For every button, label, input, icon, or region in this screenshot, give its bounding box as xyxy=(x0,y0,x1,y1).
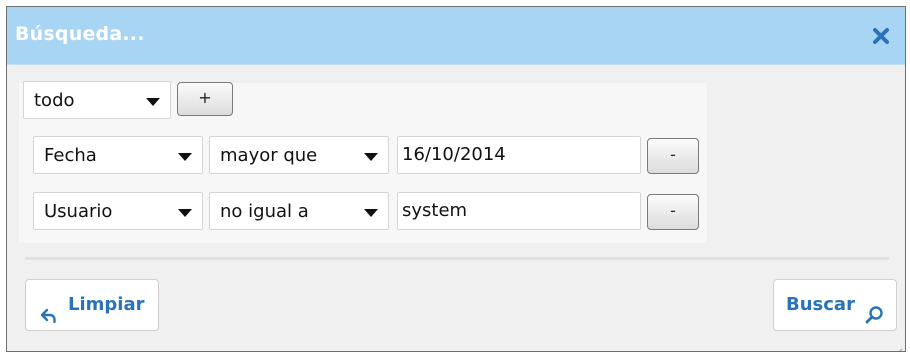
undo-arrow-icon xyxy=(40,295,58,324)
criterion-operator-select[interactable]: no igual a xyxy=(209,192,389,230)
criterion-value-input[interactable]: 16/10/2014 xyxy=(397,136,641,174)
resize-grip-icon[interactable] xyxy=(893,341,903,351)
match-mode-select[interactable]: todo xyxy=(23,81,171,119)
criterion-field-value: Usuario xyxy=(44,201,113,222)
search-button-label: Buscar xyxy=(786,294,855,315)
clear-button-label: Limpiar xyxy=(68,294,145,315)
criterion-field-value: Fecha xyxy=(44,145,97,166)
clear-button[interactable]: Limpiar xyxy=(25,279,159,331)
match-mode-value: todo xyxy=(34,90,75,111)
chevron-down-icon xyxy=(146,98,160,106)
dialog-titlebar[interactable]: Búsqueda... xyxy=(7,7,905,65)
criterion-operator-value: mayor que xyxy=(220,145,318,166)
criterion-operator-select[interactable]: mayor que xyxy=(209,136,389,174)
search-dialog: Búsqueda... todo + Fecha mayor que 16/10… xyxy=(6,6,906,352)
criterion-field-select[interactable]: Fecha xyxy=(33,136,203,174)
search-button[interactable]: Buscar xyxy=(773,279,897,331)
dialog-title: Búsqueda... xyxy=(15,23,145,45)
chevron-down-icon xyxy=(364,153,378,161)
dialog-body: todo + Fecha mayor que 16/10/2014 - Usua… xyxy=(7,65,905,351)
remove-criterion-button[interactable]: - xyxy=(647,194,699,230)
footer-divider xyxy=(25,257,889,260)
chevron-down-icon xyxy=(178,153,192,161)
close-icon[interactable] xyxy=(871,26,891,46)
criterion-value-input[interactable]: system xyxy=(397,192,641,230)
add-criterion-button[interactable]: + xyxy=(177,82,233,116)
search-icon xyxy=(864,295,884,324)
criterion-field-select[interactable]: Usuario xyxy=(33,192,203,230)
criterion-operator-value: no igual a xyxy=(220,201,309,222)
chevron-down-icon xyxy=(364,209,378,217)
chevron-down-icon xyxy=(178,209,192,217)
remove-criterion-button[interactable]: - xyxy=(647,138,699,174)
